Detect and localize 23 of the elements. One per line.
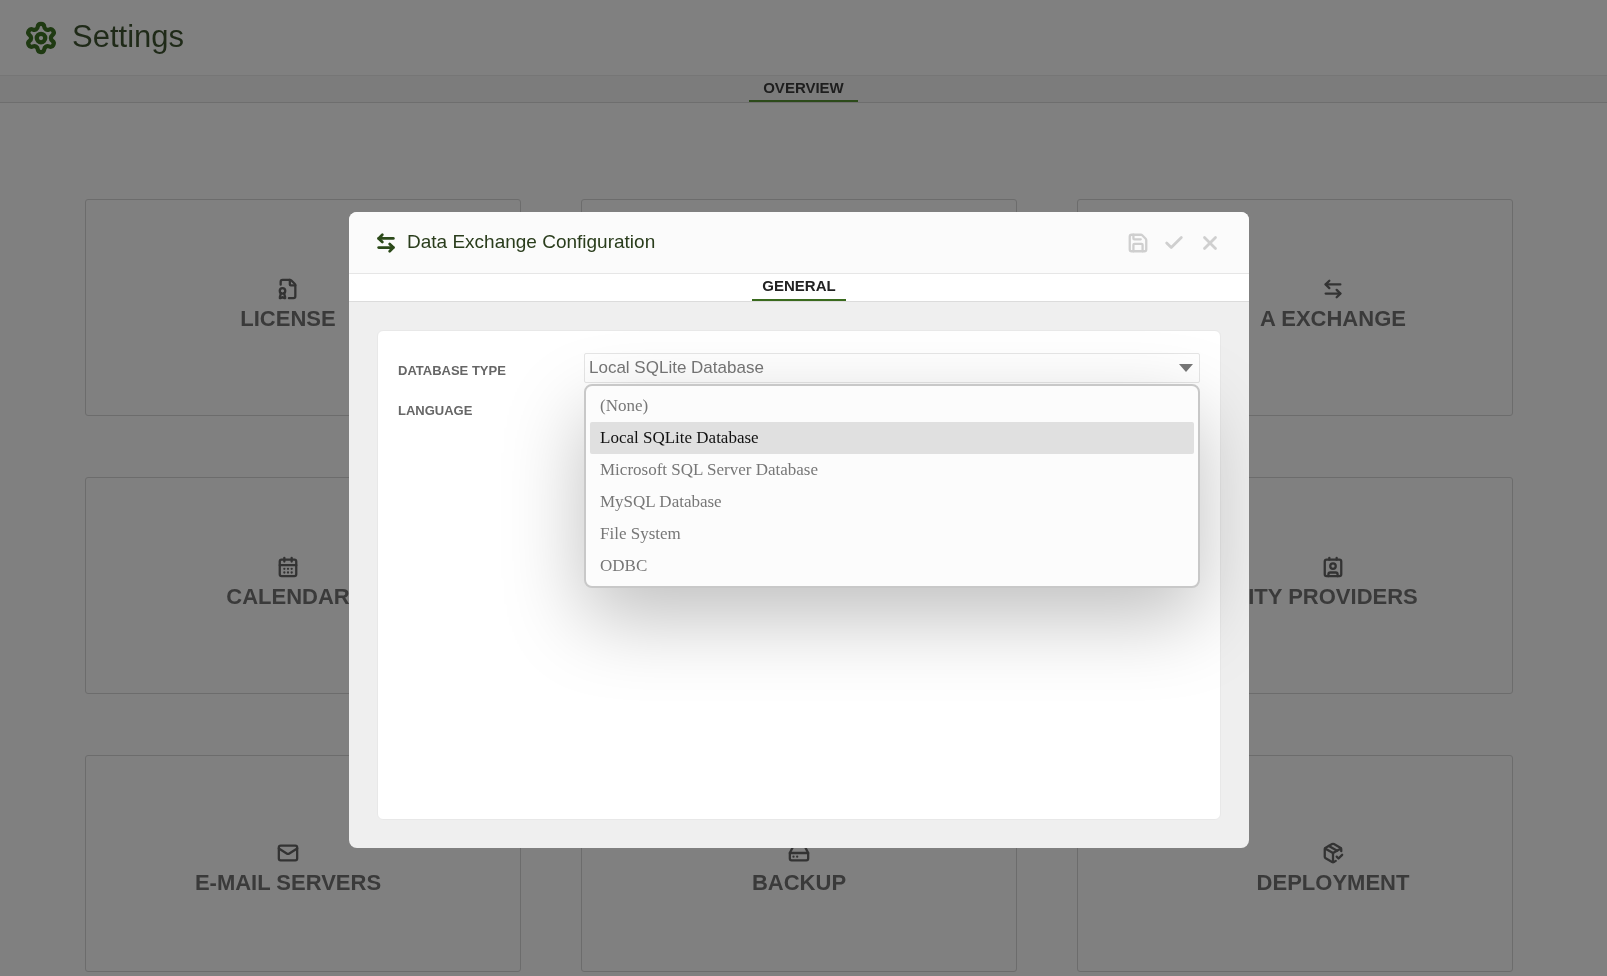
dropdown-option[interactable]: Local SQLite Database xyxy=(590,422,1194,454)
caret-icon xyxy=(1179,364,1193,372)
card-label: A EXCHANGE xyxy=(1260,305,1406,333)
envelope-icon xyxy=(277,842,299,864)
card-label: ITY PROVIDERS xyxy=(1248,583,1418,611)
overview-tab[interactable]: OVERVIEW xyxy=(749,76,858,102)
gear-icon xyxy=(24,20,58,55)
card-label: BACKUP xyxy=(751,869,847,897)
card-label: DEPLOYMENT xyxy=(1256,869,1410,897)
file-icon xyxy=(277,278,299,300)
field-label: DATABASE TYPE xyxy=(398,362,507,380)
select-field[interactable]: Local SQLite Database xyxy=(584,353,1200,383)
box-check-icon xyxy=(1322,842,1344,864)
page-title: Settings xyxy=(72,18,184,57)
card-label: E-MAIL SERVERS xyxy=(194,869,382,897)
arrows-icon xyxy=(1322,278,1344,300)
save-icon xyxy=(1127,231,1149,254)
calendar-icon xyxy=(277,556,299,578)
general-tab[interactable]: GENERAL xyxy=(752,274,846,301)
card-label: LICENSE xyxy=(240,305,336,333)
contact-card-icon xyxy=(1322,556,1344,578)
card-label: CALENDAR xyxy=(226,583,350,611)
arrows-icon xyxy=(375,231,397,254)
